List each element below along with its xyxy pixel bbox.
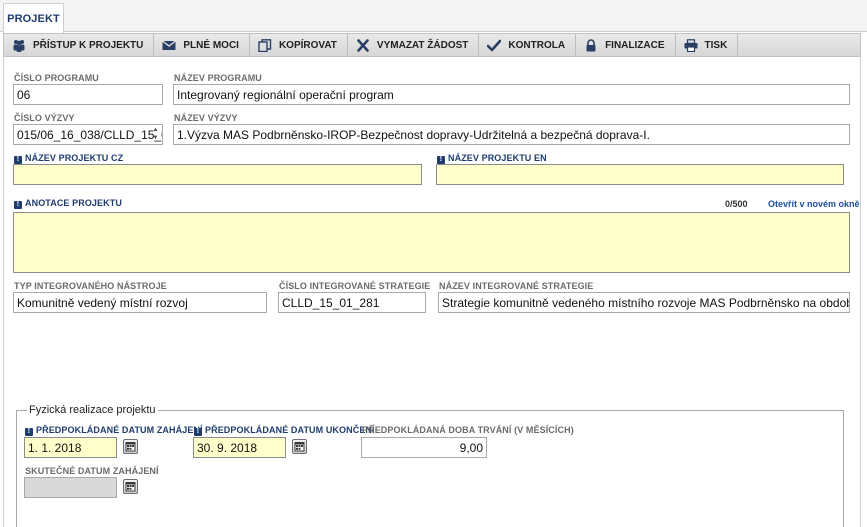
nazev-strategie-label: NÁZEV INTEGROVANÉ STRATEGIE [439,281,594,291]
toolbar-label: PLNÉ MOCI [183,39,239,51]
x-icon [357,38,369,52]
toolbar-label: KOPÍROVAT [278,39,337,51]
skutecne-zahajeni-label: SKUTEČNÉ DATUM ZAHÁJENÍ [25,466,159,476]
required-icon: ! [194,428,202,436]
cislo-vyzvy-value: 015/06_16_038/CLLD_15_0 [17,127,163,142]
cislo-programu-field[interactable]: 06 [13,84,163,105]
required-icon: ! [437,156,445,164]
open-new-window-link[interactable]: Otevřít v novém okně [768,199,860,209]
nazev-projektu-cz-label: ! NÁZEV PROJEKTU CZ [14,153,123,164]
calendar-button[interactable] [123,479,138,494]
datum-zahajeni-label-text: PŘEDPOKLÁDANÉ DATUM ZAHÁJENÍ [36,425,203,435]
tisk-button[interactable]: TISK [676,34,739,56]
toolbar-label: VYMAZAT ŽÁDOST [376,39,469,51]
skutecne-zahajeni-input[interactable] [24,477,117,498]
plne-moci-button[interactable]: PLNÉ MOCI [154,34,250,56]
tab-bar: PROJEKT [0,0,867,33]
nazev-strategie-field[interactable]: Strategie komunitně vedeného místního ro… [438,292,850,313]
checkmark-icon [487,39,502,51]
toolbar-label: TISK [704,39,728,51]
calendar-icon [294,442,305,452]
toolbar-label: FINALIZACE [605,39,665,51]
cislo-programu-label: ČÍSLO PROGRAMU [14,73,99,83]
toolbar-label: PŘÍSTUP K PROJEKTU [33,39,144,51]
fieldset-legend: Fyzická realizace projektu [27,404,158,416]
toolbar: PŘÍSTUP K PROJEKTU PLNÉ MOCI KOPÍROVAT V… [3,33,861,57]
required-icon: ! [14,156,22,164]
kontrola-button[interactable]: KONTROLA [479,34,577,56]
kopirovat-button[interactable]: KOPÍROVAT [250,34,348,56]
tab-projekt[interactable]: PROJEKT [3,3,64,33]
cislo-vyzvy-field[interactable]: 015/06_16_038/CLLD_15_0 ▲ ▼ [13,124,163,145]
chevron-down-icon[interactable]: ▼ [153,135,159,142]
cislo-strategie-label: ČÍSLO INTEGROVANÉ STRATEGIE [279,281,431,291]
nazev-projektu-en-label: ! NÁZEV PROJEKTU EN [437,153,547,164]
finalizace-button[interactable]: FINALIZACE [576,34,676,56]
nazev-projektu-en-label-text: NÁZEV PROJEKTU EN [448,153,547,163]
calendar-icon [125,442,136,452]
cislo-vyzvy-label: ČÍSLO VÝZVY [14,113,75,123]
datum-ukonceni-input[interactable]: 30. 9. 2018 [193,437,286,458]
required-icon: ! [14,201,22,209]
anotace-label-text: ANOTACE PROJEKTU [25,198,122,208]
toolbar-label: KONTROLA [508,39,566,51]
doba-trvani-label: PŘEDPOKLÁDANÁ DOBA TRVÁNÍ (V MĚSÍCÍCH) [362,425,574,435]
nazev-vyzvy-field[interactable]: 1.Výzva MAS Podbrněnsko-IROP-Bezpečnost … [173,124,850,145]
calendar-button[interactable] [123,439,138,454]
nazev-projektu-cz-label-text: NÁZEV PROJEKTU CZ [25,153,124,163]
anotace-counter: 0/500 [725,199,748,209]
nazev-programu-label: NÁZEV PROGRAMU [174,73,262,83]
calendar-icon [125,482,136,492]
lock-icon [586,38,596,51]
anotace-label: ! ANOTACE PROJEKTU [14,198,122,209]
datum-zahajeni-label: ! PŘEDPOKLÁDANÉ DATUM ZAHÁJENÍ [25,425,203,436]
datum-ukonceni-label: ! PŘEDPOKLÁDANÉ DATUM UKONČENÍ [194,425,375,436]
datum-zahajeni-input[interactable]: 1. 1. 2018 [24,437,117,458]
vymazat-zadost-button[interactable]: VYMAZAT ŽÁDOST [348,34,480,56]
chevron-up-icon[interactable]: ▲ [153,127,159,134]
copy-icon [258,38,272,52]
required-icon: ! [25,428,33,436]
calendar-button[interactable] [292,439,307,454]
nazev-vyzvy-label: NÁZEV VÝZVY [174,113,238,123]
nazev-projektu-en-input[interactable] [436,164,844,185]
spinner-arrows[interactable]: ▲ ▼ [151,127,160,142]
nazev-programu-field[interactable]: Integrovaný regionální operační program [173,84,850,105]
printer-icon [684,38,698,52]
nazev-projektu-cz-input[interactable] [13,164,422,185]
cislo-strategie-field[interactable]: CLLD_15_01_281 [278,292,426,313]
doba-trvani-field[interactable]: 9,00 [361,437,487,458]
anotace-textarea[interactable] [13,212,850,273]
project-form: ČÍSLO PROGRAMU 06 NÁZEV PROGRAMU Integro… [3,57,861,527]
datum-ukonceni-label-text: PŘEDPOKLÁDANÉ DATUM UKONČENÍ [205,425,375,435]
people-icon [13,39,25,52]
pristup-k-projektu-button[interactable]: PŘÍSTUP K PROJEKTU [4,34,155,56]
typ-nastroje-label: TYP INTEGROVANÉHO NÁSTROJE [14,281,167,291]
typ-nastroje-field[interactable]: Komunitně vedený místní rozvoj [13,292,267,313]
fyzicka-realizace-fieldset: Fyzická realizace projektu ! PŘEDPOKLÁDAN… [16,404,844,527]
envelope-icon [162,39,177,50]
